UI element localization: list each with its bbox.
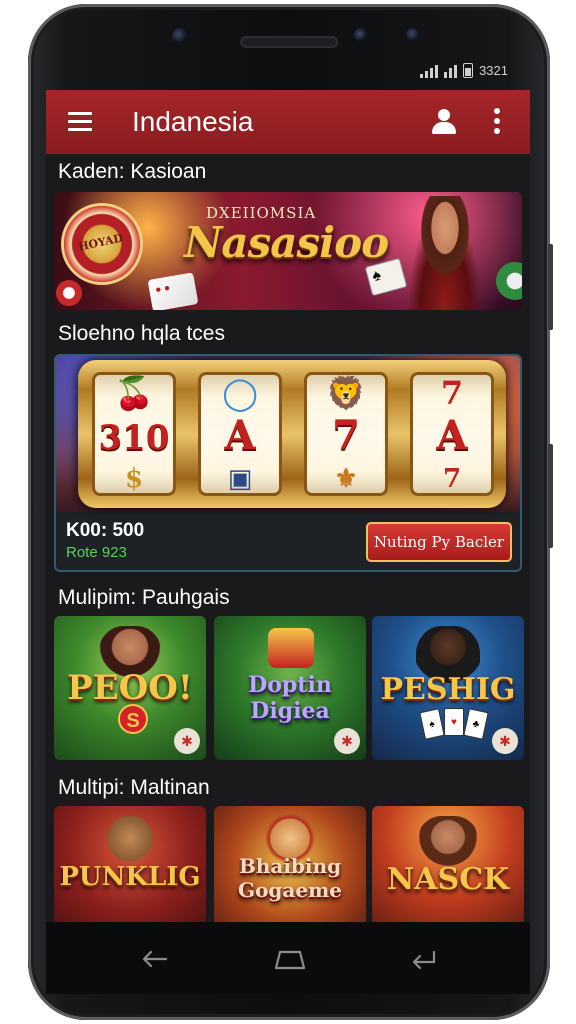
green-chip-icon bbox=[496, 262, 522, 300]
battery-icon bbox=[463, 63, 474, 78]
game-badge: S bbox=[118, 704, 148, 734]
slot-machine[interactable]: 🍒 310 $ ◯ A ▣ 🦁 7 ⚜ 7 A 7 bbox=[78, 360, 506, 508]
sensor bbox=[354, 28, 368, 42]
reel-symbol: 310 bbox=[98, 418, 170, 458]
game-title: PEOO! bbox=[67, 668, 193, 708]
featured-banner[interactable]: HOYAD DXEIIOMSIA Nasasioo bbox=[54, 192, 522, 310]
reel-symbol: 🦁 bbox=[326, 374, 366, 412]
game-tile[interactable]: Bhaibing Gogaeme bbox=[214, 806, 366, 922]
reel-symbol: 7 bbox=[440, 374, 464, 412]
power-button bbox=[548, 244, 553, 330]
game-tile[interactable]: PUNKLIG bbox=[54, 806, 206, 922]
reel-symbol: ▣ bbox=[227, 464, 253, 494]
menu-icon[interactable] bbox=[68, 112, 92, 131]
reel-symbol: ⚜ bbox=[334, 464, 358, 494]
proximity-sensor bbox=[406, 28, 420, 42]
system-nav-bar bbox=[46, 922, 530, 994]
reel-1: 🍒 310 $ bbox=[92, 372, 176, 496]
slot-rate: Rote 923 bbox=[66, 544, 127, 561]
recent-apps-icon[interactable] bbox=[408, 948, 438, 970]
reel-symbol: 7 bbox=[332, 412, 360, 459]
section-title-featured: Kaden: Kasioan bbox=[58, 160, 207, 183]
earpiece bbox=[240, 36, 338, 48]
slot-machine-card: 🍒 310 $ ◯ A ▣ 🦁 7 ⚜ 7 A 7 K00: 500 Rote … bbox=[54, 354, 522, 572]
game-tile[interactable]: Doptin Digiea ✱ bbox=[214, 616, 366, 760]
status-time: 3321 bbox=[479, 63, 508, 78]
app-bar: Indanesia bbox=[46, 90, 530, 154]
dice-icon bbox=[147, 272, 199, 310]
playing-card-icon: ♣ bbox=[463, 708, 489, 740]
section-title-multiplayer: Mulipim: Pauhgais bbox=[58, 586, 230, 609]
playing-card-icon: ♠ bbox=[419, 708, 445, 740]
game-title: PESHIG bbox=[380, 672, 516, 707]
red-chip-icon bbox=[56, 280, 82, 306]
game-title: Bhaibing Gogaeme bbox=[238, 854, 342, 902]
banner-host-image bbox=[402, 196, 488, 310]
wifi-icon bbox=[444, 64, 458, 78]
signal-icon bbox=[420, 64, 439, 78]
reel-symbol: A bbox=[436, 412, 468, 459]
favorite-icon[interactable]: ✱ bbox=[492, 728, 518, 754]
status-bar: 3321 bbox=[46, 56, 530, 90]
reel-symbol: 🍒 bbox=[114, 374, 154, 412]
reel-symbol: $ bbox=[124, 464, 144, 494]
banner-title: Nasasioo bbox=[184, 218, 389, 267]
user-icon[interactable] bbox=[430, 108, 458, 136]
front-camera bbox=[172, 28, 188, 44]
casino-chip-icon: HOYAD bbox=[64, 206, 140, 282]
reel-4: 7 A 7 bbox=[410, 372, 494, 496]
favorite-icon[interactable]: ✱ bbox=[334, 728, 360, 754]
game-tile[interactable]: NASCK bbox=[372, 806, 524, 922]
app-title: Indanesia bbox=[132, 106, 254, 137]
favorite-icon[interactable]: ✱ bbox=[174, 728, 200, 754]
game-title: Doptin Digiea bbox=[248, 672, 332, 724]
game-title: PUNKLIG bbox=[59, 862, 201, 892]
back-icon[interactable] bbox=[140, 948, 170, 970]
more-vertical-icon[interactable] bbox=[494, 108, 502, 136]
game-tile[interactable]: PESHIG ♠ ♥ ♣ ✱ bbox=[372, 616, 524, 760]
reel-symbol: A bbox=[224, 412, 256, 459]
reel-symbol: ◯ bbox=[222, 374, 258, 412]
app-screen: Indanesia Kaden: Kasioan HOYAD DXEIIOMSI… bbox=[46, 90, 530, 922]
volume-button bbox=[548, 444, 553, 548]
play-button[interactable]: Nuting Py Bacler bbox=[366, 522, 512, 562]
chip-text: HOYAD bbox=[77, 231, 125, 254]
section-title-more: Multipi: Maltinan bbox=[58, 776, 210, 799]
reel-2: ◯ A ▣ bbox=[198, 372, 282, 496]
game-tile[interactable]: PEOO! S ✱ bbox=[54, 616, 206, 760]
home-icon[interactable] bbox=[272, 948, 308, 970]
reel-3: 🦁 7 ⚜ bbox=[304, 372, 388, 496]
slot-value: K00: 500 bbox=[66, 520, 145, 541]
playing-card-icon: ♥ bbox=[444, 708, 464, 736]
section-title-slots: Sloehno hqla tces bbox=[58, 322, 225, 345]
game-title: NASCK bbox=[386, 862, 510, 897]
game-emblem-image bbox=[268, 628, 314, 668]
reel-symbol: 7 bbox=[442, 464, 462, 494]
